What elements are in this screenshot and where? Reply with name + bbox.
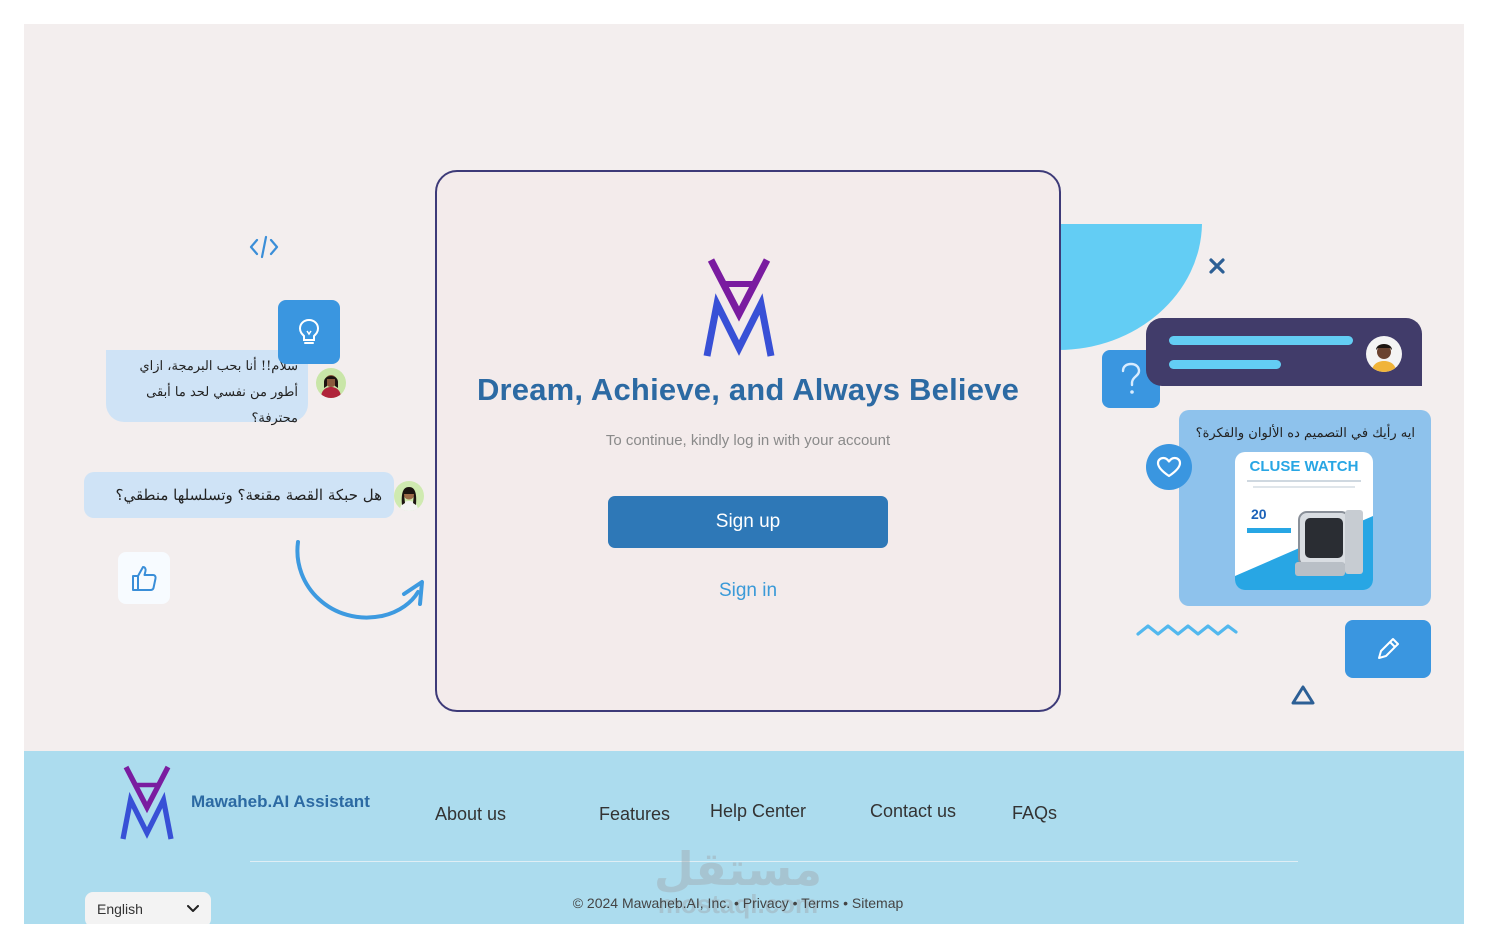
hero-section: سلام!! أنا بحب البرمجة، ازاي أطور من نفس… — [24, 24, 1464, 751]
avatar-girl-1 — [316, 368, 346, 398]
login-card: Dream, Achieve, and Always Believe To co… — [435, 170, 1061, 712]
nav-about-us[interactable]: About us — [435, 804, 506, 825]
triangle-icon — [1291, 685, 1315, 705]
brand-logo-icon — [703, 258, 775, 357]
avatar-woman — [1366, 336, 1402, 372]
chat-bubble-programming: سلام!! أنا بحب البرمجة، ازاي أطور من نفس… — [106, 350, 308, 426]
footer-brand-name: Mawaheb.AI Assistant — [191, 792, 370, 811]
heart-icon — [1156, 456, 1182, 478]
curved-arrow-icon — [295, 540, 424, 620]
design-question: ايه رأيك في التصميم ده الألوان والفكرة؟ — [1195, 426, 1415, 441]
chevron-down-icon — [187, 905, 199, 912]
pencil-tile — [1345, 620, 1431, 678]
language-select[interactable]: English — [85, 892, 211, 924]
pencil-icon — [1378, 638, 1399, 659]
heart-tile — [1146, 444, 1192, 490]
nav-help-center[interactable]: Help Center — [710, 801, 806, 822]
language-value: English — [97, 901, 143, 917]
design-review-card: ايه رأيك في التصميم ده الألوان والفكرة؟ … — [1179, 410, 1431, 606]
ad-title: CLUSE WATCH — [1249, 458, 1359, 475]
footer: Mawaheb.AI Assistant About us Features H… — [24, 751, 1464, 924]
page: سلام!! أنا بحب البرمجة، ازاي أطور من نفس… — [24, 24, 1464, 924]
nav-contact-us[interactable]: Contact us — [870, 801, 956, 822]
code-icon — [249, 235, 279, 259]
footer-logo-icon — [120, 765, 174, 840]
login-subtitle: To continue, kindly log in with your acc… — [605, 432, 891, 449]
lightbulb-icon — [298, 318, 320, 344]
sign-in-link[interactable]: Sign in — [437, 580, 1059, 602]
thumbs-up-icon — [132, 566, 157, 591]
lightbulb-tile — [278, 300, 340, 364]
nav-faqs[interactable]: FAQs — [1012, 803, 1057, 824]
footer-divider — [250, 861, 1298, 862]
page-title: Dream, Achieve, and Always Believe — [476, 372, 1020, 407]
zigzag-icon — [1136, 624, 1238, 636]
chat-bubble-story: هل حبكة القصة مقنعة؟ وتسلسلها منطقي؟ — [84, 472, 394, 518]
nav-features[interactable]: Features — [599, 804, 670, 825]
question-icon — [1121, 362, 1141, 394]
close-icon — [1209, 258, 1225, 274]
copyright-text: © 2024 Mawaheb.AI, Inc. • Privacy • Term… — [572, 895, 904, 911]
chat-bar-card — [1146, 318, 1422, 386]
sign-up-button[interactable]: Sign up — [608, 496, 888, 548]
watch-ad-image: CLUSE WATCH 20 — [1235, 452, 1373, 590]
ad-discount: 20 — [1251, 506, 1267, 522]
avatar-girl-2 — [394, 481, 424, 511]
thumbs-up-tile — [118, 552, 170, 604]
